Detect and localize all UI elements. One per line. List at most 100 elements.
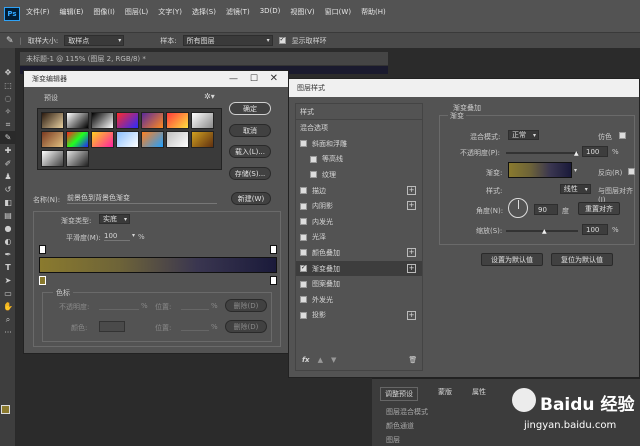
hand-tool-icon[interactable]: ✋ — [0, 300, 16, 313]
ok-button[interactable]: 确定 — [229, 102, 271, 115]
opacity-input[interactable]: 100 — [582, 146, 608, 157]
lasso-tool-icon[interactable]: ◌ — [0, 92, 16, 105]
scale-input[interactable]: 100 — [582, 224, 608, 235]
more-tools-icon[interactable]: ··· — [0, 326, 16, 339]
stamp-tool-icon[interactable]: ♟ — [0, 170, 16, 183]
color-swatch[interactable] — [99, 321, 125, 332]
style-item-checkbox[interactable] — [300, 140, 307, 148]
add-icon[interactable]: + — [407, 201, 416, 211]
menu-layer[interactable]: 图层(L) — [125, 7, 148, 17]
preset-swatch[interactable] — [41, 150, 64, 167]
set-default-button[interactable]: 设置为默认值 — [481, 253, 543, 266]
dither-checkbox[interactable] — [619, 132, 627, 139]
sample-select[interactable]: 所有图层 — [182, 35, 273, 46]
blend-options-item[interactable]: 混合选项 — [296, 120, 422, 136]
maximize-icon[interactable]: ☐ — [250, 71, 258, 87]
add-icon[interactable]: + — [407, 310, 416, 320]
type-tool-icon[interactable]: T — [0, 261, 16, 274]
style-item-checkbox[interactable] — [300, 218, 307, 226]
sample-size-select[interactable]: 取样点 — [64, 35, 125, 46]
layer-style-titlebar[interactable]: 图层样式 — [289, 79, 639, 97]
save-button[interactable]: 存储(S)... — [229, 167, 271, 180]
add-icon[interactable]: + — [407, 185, 416, 195]
menu-3d[interactable]: 3D(D) — [260, 7, 281, 15]
list-item[interactable]: 图层混合模式 — [386, 407, 428, 417]
eraser-tool-icon[interactable]: ◧ — [0, 196, 16, 209]
eyedropper-icon[interactable]: ✎ — [6, 36, 14, 46]
gradient-tool-icon[interactable]: ▤ — [0, 209, 16, 222]
zoom-tool-icon[interactable]: ⌕ — [0, 313, 16, 326]
style-item-checkbox[interactable] — [300, 187, 307, 195]
add-icon[interactable]: + — [407, 248, 416, 258]
reverse-checkbox[interactable] — [628, 168, 636, 175]
menu-image[interactable]: 图像(I) — [93, 7, 115, 17]
preset-swatch[interactable] — [41, 131, 64, 148]
style-item[interactable]: 外发光 — [296, 292, 422, 308]
close-icon[interactable]: ✕ — [270, 71, 278, 87]
smoothness-input[interactable]: 100 — [104, 232, 130, 241]
style-item[interactable]: 图案叠加 — [296, 276, 422, 292]
foreground-color-swatch[interactable] — [1, 405, 10, 414]
shape-tool-icon[interactable]: ▭ — [0, 287, 16, 300]
list-item[interactable]: 颜色通道 — [386, 421, 414, 431]
style-item[interactable]: 纹理 — [296, 167, 422, 183]
style-item[interactable]: 颜色叠加 + — [296, 245, 422, 261]
menu-window[interactable]: 窗口(W) — [325, 7, 351, 17]
preset-swatch[interactable] — [116, 131, 139, 148]
gradient-preview-bar[interactable] — [39, 257, 277, 273]
crop-tool-icon[interactable]: ⌗ — [0, 118, 16, 131]
gradient-picker[interactable] — [508, 162, 572, 178]
color-location-input[interactable] — [181, 322, 209, 331]
tab-mask[interactable]: 蒙版 — [438, 387, 452, 401]
tab-adjust-presets[interactable]: 调整预设 — [380, 387, 418, 401]
style-item[interactable]: 描边 + — [296, 183, 422, 199]
menu-type[interactable]: 文字(Y) — [158, 7, 182, 17]
preset-swatch[interactable] — [91, 112, 114, 129]
blend-mode-select[interactable]: 正常 — [508, 130, 539, 140]
style-select[interactable]: 线性 — [559, 184, 591, 194]
dodge-tool-icon[interactable]: ◐ — [0, 235, 16, 248]
menu-view[interactable]: 视图(V) — [290, 7, 314, 17]
list-item[interactable]: 图层 — [386, 435, 400, 445]
preset-swatch[interactable] — [66, 150, 89, 167]
preset-swatch[interactable] — [141, 112, 164, 129]
reset-align-button[interactable]: 重置对齐 — [578, 202, 620, 215]
color-stop-right[interactable] — [270, 276, 277, 285]
cancel-button[interactable]: 取消 — [229, 124, 271, 137]
gear-icon[interactable]: ✲▾ — [204, 92, 215, 101]
preset-swatch[interactable] — [141, 131, 164, 148]
fx-icon[interactable]: fx — [302, 356, 310, 364]
opacity-input[interactable] — [99, 301, 139, 310]
style-item-checkbox[interactable] — [310, 171, 317, 179]
style-item[interactable]: 光泽 — [296, 230, 422, 246]
preset-swatch[interactable] — [191, 131, 214, 148]
chevron-down-icon[interactable]: ▾ — [132, 232, 135, 239]
menu-edit[interactable]: 编辑(E) — [60, 7, 84, 17]
load-button[interactable]: 载入(L)... — [229, 145, 271, 158]
marquee-tool-icon[interactable]: ⬚ — [0, 79, 16, 92]
minimize-icon[interactable]: — — [229, 71, 238, 87]
menu-file[interactable]: 文件(F) — [26, 7, 50, 17]
pen-tool-icon[interactable]: ✒ — [0, 248, 16, 261]
opacity-stop-left[interactable] — [39, 245, 46, 254]
path-select-tool-icon[interactable]: ➤ — [0, 274, 16, 287]
eyedropper-tool-icon[interactable]: ✎ — [0, 131, 16, 144]
name-input[interactable]: 前景色到背景色渐变 — [67, 193, 217, 204]
style-item[interactable]: 投影 + — [296, 308, 422, 324]
preset-swatch[interactable] — [66, 131, 89, 148]
preset-swatch[interactable] — [166, 112, 189, 129]
style-item[interactable]: 内阴影 + — [296, 198, 422, 214]
opacity-slider-thumb[interactable]: ▲ — [574, 150, 579, 157]
tab-properties[interactable]: 属性 — [472, 387, 486, 401]
style-item-checkbox[interactable] — [310, 155, 317, 163]
delete-opacity-button[interactable]: 删除(D) — [225, 299, 267, 312]
blur-tool-icon[interactable]: ● — [0, 222, 16, 235]
preset-swatch[interactable] — [66, 112, 89, 129]
chevron-down-icon[interactable]: ▾ — [574, 167, 577, 174]
preset-swatch[interactable] — [41, 112, 64, 129]
document-tab[interactable]: 未标题-1 @ 115% (图层 2, RGB/8) * — [20, 52, 388, 66]
color-stop-left[interactable] — [39, 276, 46, 285]
style-item[interactable]: 渐变叠加 + — [296, 260, 422, 277]
menu-filter[interactable]: 滤镜(T) — [226, 7, 250, 17]
style-item-checkbox[interactable] — [300, 280, 307, 288]
